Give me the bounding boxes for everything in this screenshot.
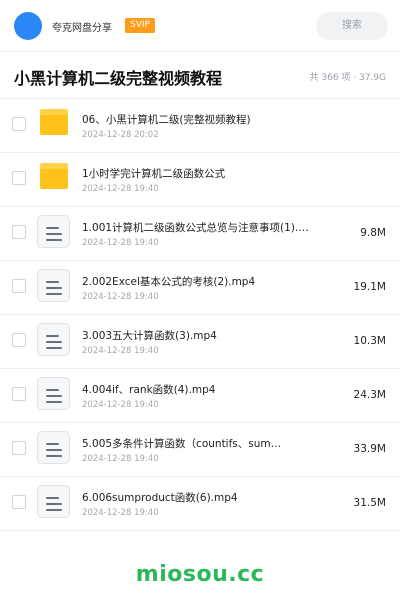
list-item[interactable]: 06、小黑计算机二级(完整视频教程) 2024-12-28 20:02 — [0, 99, 400, 153]
video-file-icon — [37, 323, 70, 356]
file-name: 5.005多条件计算函数（countifs、sum… — [82, 438, 282, 450]
list-item[interactable]: 1小时学完计算机二级函数公式 2024-12-28 19:40 — [0, 153, 400, 207]
folder-icon — [40, 163, 68, 189]
list-item[interactable]: 5.005多条件计算函数（countifs、sum… 2024-12-28 19… — [0, 423, 400, 477]
file-name: 4.004if、rank函数(4).mp4 — [82, 384, 216, 396]
video-file-icon — [37, 377, 70, 410]
file-size: 33.9M — [353, 443, 386, 455]
vip-badge: SVIP — [125, 18, 155, 33]
file-date: 2024-12-28 19:40 — [82, 346, 159, 356]
row-checkbox[interactable] — [12, 117, 26, 131]
list-item[interactable]: 3.003五大计算函数(3).mp4 2024-12-28 19:40 10.3… — [0, 315, 400, 369]
file-list: 06、小黑计算机二级(完整视频教程) 2024-12-28 20:02 1小时学… — [0, 98, 400, 531]
list-item[interactable]: 6.006sumproduct函数(6).mp4 2024-12-28 19:4… — [0, 477, 400, 531]
file-size: 24.3M — [353, 389, 386, 401]
row-checkbox[interactable] — [12, 387, 26, 401]
file-name: 1小时学完计算机二级函数公式 — [82, 168, 226, 180]
row-checkbox[interactable] — [12, 333, 26, 347]
file-size: 19.1M — [353, 281, 386, 293]
row-checkbox[interactable] — [12, 171, 26, 185]
file-date: 2024-12-28 19:40 — [82, 508, 159, 518]
folder-icon — [40, 109, 68, 135]
row-checkbox[interactable] — [12, 441, 26, 455]
video-file-icon — [37, 215, 70, 248]
share-page: 夸克网盘分享 SVIP 搜索 小黑计算机二级完整视频教程 共 366 项 · 3… — [0, 0, 400, 600]
list-item[interactable]: 4.004if、rank函数(4).mp4 2024-12-28 19:40 2… — [0, 369, 400, 423]
list-item[interactable]: 1.001计算机二级函数公式总览与注意事项(1).… 2024-12-28 19… — [0, 207, 400, 261]
video-file-icon — [37, 485, 70, 518]
file-name: 6.006sumproduct函数(6).mp4 — [82, 492, 238, 504]
list-item[interactable]: 2.002Excel基本公式的考核(2).mp4 2024-12-28 19:4… — [0, 261, 400, 315]
folder-header: 小黑计算机二级完整视频教程 共 366 项 · 37.9G — [0, 52, 400, 98]
video-file-icon — [37, 431, 70, 464]
file-size: 31.5M — [353, 497, 386, 509]
folder-stats: 共 366 项 · 37.9G — [309, 73, 387, 83]
avatar[interactable] — [14, 12, 42, 40]
file-size: 10.3M — [353, 335, 386, 347]
file-name: 1.001计算机二级函数公式总览与注意事项(1).… — [82, 222, 309, 234]
file-name: 06、小黑计算机二级(完整视频教程) — [82, 114, 251, 126]
row-checkbox[interactable] — [12, 495, 26, 509]
row-checkbox[interactable] — [12, 225, 26, 239]
file-date: 2024-12-28 19:40 — [82, 400, 159, 410]
file-date: 2024-12-28 20:02 — [82, 130, 159, 140]
video-file-icon — [37, 269, 70, 302]
file-date: 2024-12-28 19:40 — [82, 238, 159, 248]
page-title: 小黑计算机二级完整视频教程 — [14, 69, 223, 88]
watermark: miosou.cc — [135, 562, 265, 587]
file-name: 3.003五大计算函数(3).mp4 — [82, 330, 217, 342]
file-date: 2024-12-28 19:40 — [82, 454, 159, 464]
file-date: 2024-12-28 19:40 — [82, 184, 159, 194]
file-date: 2024-12-28 19:40 — [82, 292, 159, 302]
search-input[interactable]: 搜索 — [316, 12, 388, 40]
row-checkbox[interactable] — [12, 279, 26, 293]
header-bar: 夸克网盘分享 SVIP 搜索 — [0, 0, 400, 52]
share-owner-name: 夸克网盘分享 — [52, 23, 112, 34]
file-size: 9.8M — [360, 227, 386, 239]
file-name: 2.002Excel基本公式的考核(2).mp4 — [82, 276, 256, 288]
